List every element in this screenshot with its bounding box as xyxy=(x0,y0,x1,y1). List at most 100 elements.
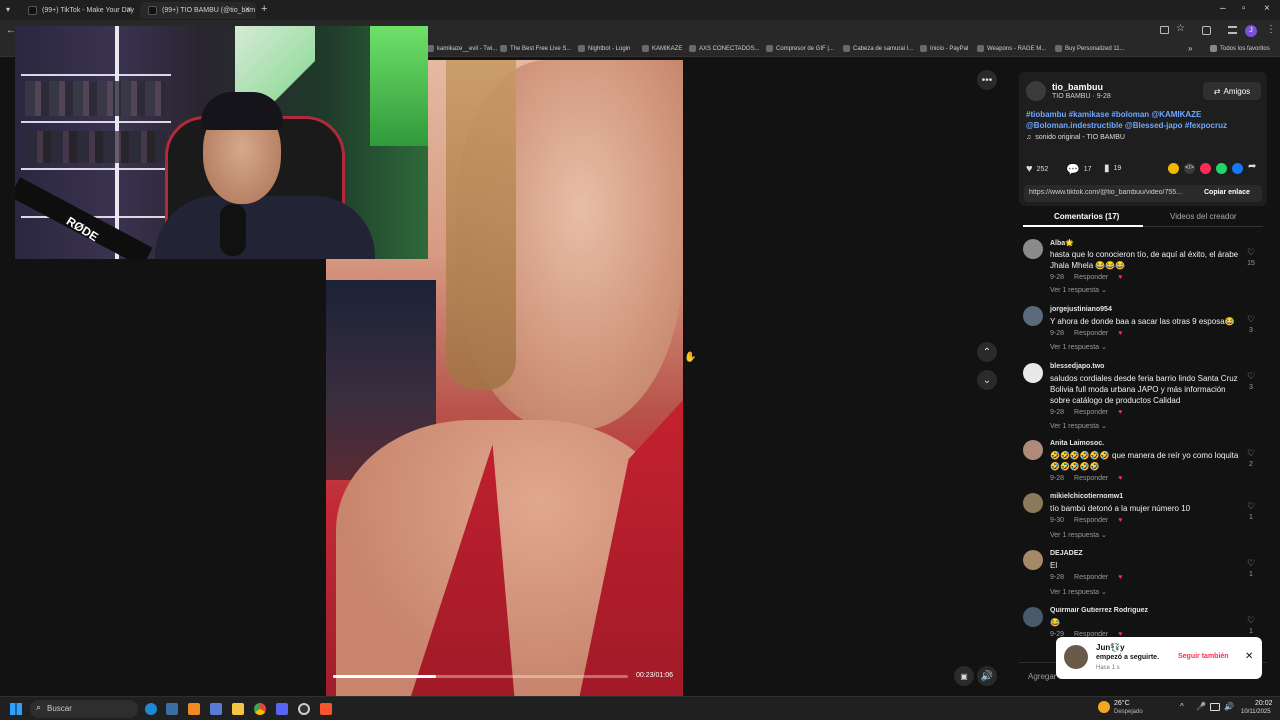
extensions-icon[interactable] xyxy=(1202,26,1211,35)
close-icon[interactable]: ✕ xyxy=(1245,651,1253,662)
view-replies-button[interactable]: Ver 1 respuesta ⌄ xyxy=(1050,286,1107,294)
folder-icon[interactable] xyxy=(232,703,244,715)
comment-like-button[interactable]: ♡ 15 xyxy=(1245,247,1257,269)
avatar[interactable] xyxy=(1026,81,1046,101)
reply-button[interactable]: Responder xyxy=(1074,274,1108,281)
share-arrow-icon[interactable]: ➦ xyxy=(1248,161,1256,172)
clock-date[interactable]: 10/11/2025 xyxy=(1241,709,1271,715)
follow-back-button[interactable]: Seguir también xyxy=(1178,653,1229,660)
comment-like-button[interactable]: ♡ 2 xyxy=(1245,448,1257,470)
avatar[interactable] xyxy=(1023,363,1043,383)
app-icon[interactable] xyxy=(166,703,178,715)
comment-like-button[interactable]: ♡ 3 xyxy=(1245,314,1257,336)
chevron-up-icon[interactable]: ^ xyxy=(1180,702,1184,711)
comment-like-button[interactable]: ♡ 1 xyxy=(1245,558,1257,580)
comment-author[interactable]: Alba🌟 xyxy=(1050,239,1074,247)
save-action[interactable]: ▮ 19 xyxy=(1104,163,1121,174)
tab-tio-bambu[interactable]: (99+) TIO BAMBU (@tio_bam × xyxy=(140,2,256,19)
taskbar-search[interactable]: ⌕ Buscar xyxy=(30,700,138,718)
maximize-icon[interactable]: ▫ xyxy=(1242,3,1246,14)
avatar[interactable] xyxy=(1023,239,1043,259)
comment-author[interactable]: mikielchicotiernomw1 xyxy=(1050,493,1123,500)
avatar[interactable] xyxy=(1064,645,1088,669)
clock-time[interactable]: 20:02 xyxy=(1255,700,1273,707)
view-replies-button[interactable]: Ver 1 respuesta ⌄ xyxy=(1050,588,1107,596)
facebook-icon[interactable] xyxy=(1232,163,1243,174)
reply-button[interactable]: Responder xyxy=(1074,409,1108,416)
comment-action[interactable]: 💬 17 xyxy=(1066,163,1092,176)
reply-button[interactable]: Responder xyxy=(1074,574,1108,581)
obs-icon[interactable] xyxy=(298,703,310,715)
all-bookmarks[interactable]: Todos los favoritos xyxy=(1210,45,1270,52)
minimize-icon[interactable]: – xyxy=(1220,3,1226,14)
view-replies-button[interactable]: Ver 1 respuesta ⌄ xyxy=(1050,343,1107,351)
calculator-icon[interactable] xyxy=(188,703,200,715)
bookmark-item[interactable]: KAMIKAZE xyxy=(642,45,682,52)
edge-icon[interactable] xyxy=(145,703,157,715)
bookmark-item[interactable]: kamikaze__evil - Twi... xyxy=(427,45,497,52)
chrome-icon[interactable] xyxy=(254,703,266,715)
whatsapp-icon[interactable] xyxy=(1216,163,1227,174)
embed-icon[interactable]: </> xyxy=(1184,163,1195,174)
bookmark-item[interactable]: Buy Personalized 11... xyxy=(1055,45,1125,52)
chevron-right-icon[interactable]: » xyxy=(1188,44,1192,53)
tab-comments[interactable]: Comentarios (17) xyxy=(1054,212,1119,221)
comment-input[interactable]: Agregar xyxy=(1028,672,1056,681)
reply-button[interactable]: Responder xyxy=(1074,517,1108,524)
avatar[interactable]: J xyxy=(1245,25,1257,37)
avatar[interactable] xyxy=(1023,440,1043,460)
comment-like-button[interactable]: ♡ 3 xyxy=(1245,371,1257,393)
cast-icon[interactable] xyxy=(1160,26,1169,34)
notification-name[interactable]: Jun💱y xyxy=(1096,643,1125,652)
close-window-icon[interactable]: × xyxy=(1264,3,1270,14)
avatar[interactable] xyxy=(1023,306,1043,326)
progress-track[interactable] xyxy=(333,675,628,678)
post-username[interactable]: tio_bambuu xyxy=(1052,82,1103,92)
reply-button[interactable]: Responder xyxy=(1074,475,1108,482)
pip-button[interactable]: ▣ xyxy=(954,666,974,686)
windows-start-icon[interactable] xyxy=(10,703,22,715)
brave-icon[interactable] xyxy=(320,703,332,715)
weather-temp[interactable]: 26°C xyxy=(1114,700,1130,707)
new-tab-button[interactable]: + xyxy=(261,3,267,15)
copy-link-button[interactable]: Copiar enlace xyxy=(1204,189,1250,196)
comment-author[interactable]: Anita Laimosoc. xyxy=(1050,440,1104,447)
comment-author[interactable]: jorgejustiniano954 xyxy=(1050,306,1112,313)
volume-button[interactable]: 🔊 xyxy=(977,666,997,686)
like-action[interactable]: ♥ 252 xyxy=(1026,163,1048,175)
comment-author[interactable]: Quirmair Gutierrez Rodriguez xyxy=(1050,607,1148,614)
friends-button[interactable]: ⇄ Amigos xyxy=(1203,82,1261,100)
avatar[interactable] xyxy=(1023,607,1043,627)
bookmark-item[interactable]: Compresor de GIF |... xyxy=(766,45,834,52)
store-icon[interactable] xyxy=(210,703,222,715)
previous-video-button[interactable]: ⌃ xyxy=(977,342,997,362)
bookmark-item[interactable]: Inicio - PayPal xyxy=(920,45,968,52)
tab-tiktok[interactable]: (99+) TikTok - Make Your Day × xyxy=(20,2,138,19)
avatar[interactable] xyxy=(1023,493,1043,513)
comment-like-button[interactable]: ♡ 1 xyxy=(1245,501,1257,523)
microphone-icon[interactable]: 🎤 xyxy=(1196,702,1206,711)
send-icon[interactable] xyxy=(1200,163,1211,174)
sound-row[interactable]: ♫ sonido original - TIO BAMBU xyxy=(1026,134,1125,141)
menu-icon[interactable]: ⋮ xyxy=(1266,24,1276,35)
comment-like-button[interactable]: ♡ 1 xyxy=(1245,615,1257,637)
comment-author[interactable]: DEJADEZ xyxy=(1050,550,1083,557)
bookmark-item[interactable]: Weapons - RAGE M... xyxy=(977,45,1046,52)
reply-button[interactable]: Responder xyxy=(1074,330,1108,337)
close-icon[interactable]: × xyxy=(245,4,250,14)
share-coin-icon[interactable] xyxy=(1168,163,1179,174)
bookmark-item[interactable]: The Best Free Live S... xyxy=(500,45,571,52)
media-icon[interactable] xyxy=(1228,26,1237,34)
bookmark-item[interactable]: AXS CONECTADOS... xyxy=(689,45,760,52)
view-replies-button[interactable]: Ver 1 respuesta ⌄ xyxy=(1050,422,1107,430)
volume-icon[interactable]: 🔊 xyxy=(1224,702,1234,711)
comment-author[interactable]: blessedjapo.two xyxy=(1050,363,1104,370)
network-icon[interactable] xyxy=(1210,703,1220,711)
discord-icon[interactable] xyxy=(276,703,288,715)
next-video-button[interactable]: ⌄ xyxy=(977,370,997,390)
tab-search-icon[interactable]: ▾ xyxy=(6,5,16,15)
close-icon[interactable]: × xyxy=(127,4,132,14)
view-replies-button[interactable]: Ver 1 respuesta ⌄ xyxy=(1050,531,1107,539)
star-icon[interactable]: ☆ xyxy=(1176,23,1185,34)
tab-creator-videos[interactable]: Videos del creador xyxy=(1170,212,1237,221)
